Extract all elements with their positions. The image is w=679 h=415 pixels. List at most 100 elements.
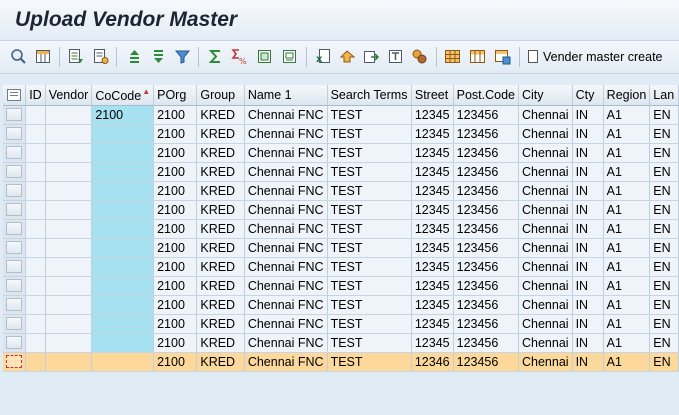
cell-id[interactable] [25,200,46,220]
cell-region[interactable]: A1 [603,181,651,201]
cell-porg[interactable]: 2100 [153,124,198,144]
cell-city[interactable]: Chennai [518,238,573,258]
cell-porg[interactable]: 2100 [153,238,198,258]
cell-city[interactable]: Chennai [518,162,573,182]
cell-name-1[interactable]: Chennai FNC [244,314,328,334]
cell-post-code[interactable]: 123456 [453,314,520,334]
cell-vendor[interactable] [45,200,93,220]
row-selector[interactable] [3,238,27,258]
cell-porg[interactable]: 2100 [153,219,198,239]
cell-porg[interactable]: 2100 [153,333,198,353]
row-selector-button[interactable] [6,146,23,159]
table-row[interactable]: 2100 2100 KRED Chennai FNC TEST 12345 123456 Ch… [3,105,679,125]
cell-vendor[interactable] [45,143,93,163]
cell-id[interactable] [25,105,46,125]
table-row[interactable]: 2100 KRED Chennai FNC TEST 12345 123456 Chenna… [3,181,679,201]
cell-group[interactable]: KRED [196,105,245,125]
cell-porg[interactable]: 2100 [153,162,198,182]
column-header-lan[interactable]: Lan [649,85,679,106]
cell-cocode[interactable] [91,200,155,220]
column-header-post-code[interactable]: Post.Code [453,85,520,106]
column-header-vendor[interactable]: Vendor [45,85,93,106]
column-header-name-1[interactable]: Name 1 [244,85,328,106]
cell-cocode[interactable] [91,352,155,372]
cell-street[interactable]: 12345 [411,143,454,163]
cell-search-terms[interactable]: TEST [327,238,412,258]
cell-name-1[interactable]: Chennai FNC [244,257,328,277]
cell-lan[interactable]: EN [649,333,679,353]
cell-cty[interactable]: IN [572,238,604,258]
cell-street[interactable]: 12345 [411,314,454,334]
print-preview-icon[interactable] [281,48,298,65]
table-row[interactable]: 2100 KRED Chennai FNC TEST 12345 123456 Chenna… [3,276,679,296]
table-row[interactable]: 2100 KRED Chennai FNC TEST 12345 123456 Chenna… [3,143,679,163]
row-details-2-icon[interactable] [92,48,109,65]
cell-search-terms[interactable]: TEST [327,295,412,315]
table-row[interactable]: 2100 KRED Chennai FNC TEST 12345 123456 Chenna… [3,162,679,182]
cell-street[interactable]: 12345 [411,124,454,144]
cell-city[interactable]: Chennai [518,295,573,315]
cell-post-code[interactable]: 123456 [453,238,520,258]
cell-region[interactable]: A1 [603,219,651,239]
cell-post-code[interactable]: 123456 [453,181,520,201]
sort-ascending-icon[interactable] [126,48,143,65]
cell-street[interactable]: 12345 [411,257,454,277]
cell-search-terms[interactable]: TEST [327,257,412,277]
cell-cty[interactable]: IN [572,200,604,220]
cell-cty[interactable]: IN [572,314,604,334]
print-icon[interactable] [256,48,273,65]
cell-cocode[interactable] [91,162,155,182]
cell-group[interactable]: KRED [196,181,245,201]
cell-post-code[interactable]: 123456 [453,276,520,296]
cell-city[interactable]: Chennai [518,219,573,239]
cell-cocode[interactable] [91,219,155,239]
cell-lan[interactable]: EN [649,352,679,372]
cell-city[interactable]: Chennai [518,314,573,334]
table-row[interactable]: 2100 KRED Chennai FNC TEST 12345 123456 Chenna… [3,124,679,144]
cell-name-1[interactable]: Chennai FNC [244,162,328,182]
save-layout-icon[interactable] [494,48,511,65]
cell-region[interactable]: A1 [603,200,651,220]
cell-street[interactable]: 12345 [411,238,454,258]
cell-cty[interactable]: IN [572,257,604,277]
cell-id[interactable] [25,257,46,277]
cell-id[interactable] [25,124,46,144]
cell-name-1[interactable]: Chennai FNC [244,105,328,125]
cell-search-terms[interactable]: TEST [327,200,412,220]
cell-group[interactable]: KRED [196,219,245,239]
row-selector-button[interactable] [6,298,23,311]
cell-cty[interactable]: IN [572,333,604,353]
row-selector-button[interactable] [6,108,23,121]
cell-vendor[interactable] [45,162,93,182]
row-selector[interactable] [3,314,27,334]
cell-region[interactable]: A1 [603,238,651,258]
cell-cty[interactable]: IN [572,181,604,201]
cell-porg[interactable]: 2100 [153,276,198,296]
cell-street[interactable]: 12345 [411,162,454,182]
cell-post-code[interactable]: 123456 [453,295,520,315]
table-row[interactable]: 2100 KRED Chennai FNC TEST 12345 123456 Chenna… [3,295,679,315]
table-row[interactable]: 2100 KRED Chennai FNC TEST 12345 123456 Chenna… [3,200,679,220]
cell-cocode[interactable] [91,295,155,315]
row-selector[interactable] [3,276,27,296]
cell-group[interactable]: KRED [196,276,245,296]
filter-icon[interactable] [174,48,191,65]
row-selector[interactable] [3,333,27,353]
cell-porg[interactable]: 2100 [153,200,198,220]
column-header-search-terms[interactable]: Search Terms [327,85,412,106]
cell-group[interactable]: KRED [196,333,245,353]
cell-city[interactable]: Chennai [518,105,573,125]
cell-region[interactable]: A1 [603,276,651,296]
cell-vendor[interactable] [45,314,93,334]
column-header-street[interactable]: Street [411,85,454,106]
cell-group[interactable]: KRED [196,257,245,277]
cell-vendor[interactable] [45,124,93,144]
row-selector-button[interactable] [6,336,23,349]
row-selector-button[interactable] [6,127,23,140]
cell-group[interactable]: KRED [196,295,245,315]
row-selector[interactable] [3,352,27,372]
cell-porg[interactable]: 2100 [153,181,198,201]
cell-post-code[interactable]: 123456 [453,105,520,125]
cell-porg[interactable]: 2100 [153,105,198,125]
row-details-icon[interactable] [67,48,84,65]
